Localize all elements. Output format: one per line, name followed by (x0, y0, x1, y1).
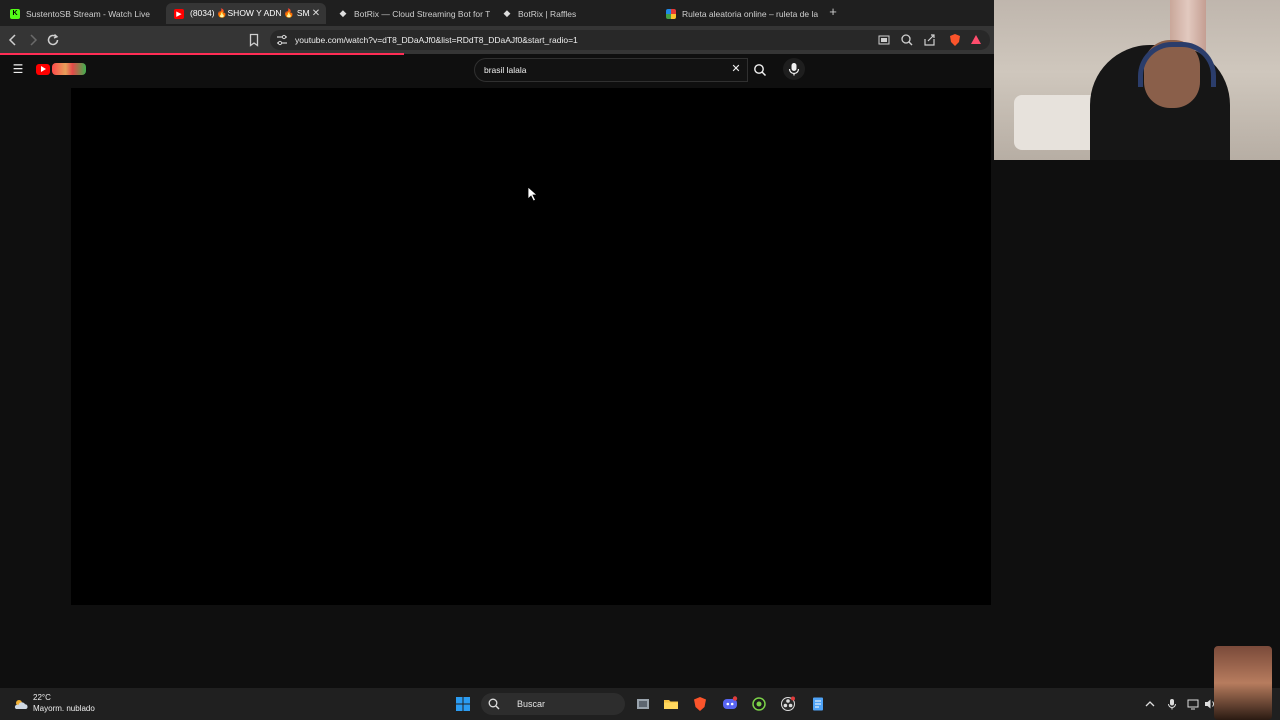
mouse-cursor-icon (527, 186, 539, 202)
youtube-doodle-logo (52, 63, 86, 75)
youtube-play-icon (36, 63, 50, 75)
address-bar[interactable]: youtube.com/watch?v=dT8_DDaAJf0&list=RDd… (270, 30, 990, 50)
discord-icon[interactable] (722, 696, 738, 712)
zoom-icon[interactable] (899, 32, 915, 48)
browser-tab-strip: K SustentoSB Stream - Watch Live ▶ (8034… (0, 0, 994, 26)
weather-cloud-icon[interactable] (13, 697, 29, 709)
obs-icon[interactable] (780, 696, 796, 712)
reload-icon[interactable] (45, 32, 61, 48)
forward-icon[interactable] (25, 32, 41, 48)
streamer-emote-overlay (1214, 646, 1272, 720)
search-button[interactable] (747, 58, 773, 82)
close-tab-icon[interactable]: ✕ (310, 8, 322, 19)
tab-sustentosb[interactable]: K SustentoSB Stream - Watch Live (2, 3, 162, 24)
taskbar-search[interactable]: Buscar (481, 693, 625, 715)
clear-search-icon[interactable]: ✕ (729, 62, 743, 76)
cast-icon[interactable] (876, 32, 892, 48)
video-player[interactable] (71, 88, 991, 605)
microphone-icon[interactable] (1165, 697, 1179, 711)
new-tab-button[interactable]: + (826, 4, 840, 20)
weather-description: Mayorm. nublado (33, 704, 95, 713)
url-text: youtube.com/watch?v=dT8_DDaAJf0&list=RDd… (295, 35, 578, 45)
kick-icon: K (10, 8, 20, 19)
wheel-icon (666, 8, 676, 19)
youtube-icon: ▶ (174, 8, 184, 19)
network-icon[interactable] (1186, 697, 1200, 711)
task-view-icon[interactable] (635, 696, 651, 712)
site-settings-icon[interactable] (274, 32, 290, 48)
notepad-icon[interactable] (810, 696, 826, 712)
webcam-overlay (994, 0, 1280, 160)
tab-title: SustentoSB Stream - Watch Live (26, 8, 150, 19)
tab-botrix-raffles[interactable]: ◆ BotRix | Raffles (494, 3, 654, 24)
file-explorer-icon[interactable] (663, 696, 679, 712)
search-icon (487, 697, 501, 711)
tab-botrix-cloud[interactable]: ◆ BotRix — Cloud Streaming Bot for Tw (330, 3, 490, 24)
brave-browser-icon[interactable] (692, 696, 708, 712)
botrix-icon: ◆ (339, 8, 347, 18)
tab-youtube-active[interactable]: ▶ (8034) 🔥SHOW Y ADN 🔥 SMA ✕ (166, 3, 326, 24)
brave-shields-icon[interactable] (947, 32, 963, 48)
back-icon[interactable] (5, 32, 21, 48)
botrix-icon: ◆ (503, 8, 511, 18)
hamburger-menu-icon[interactable]: ☰ (11, 62, 25, 76)
voice-search-icon[interactable] (783, 58, 805, 80)
tab-title: (8034) 🔥SHOW Y ADN 🔥 SMA (190, 8, 310, 18)
windows-taskbar: 22°C Mayorm. nublado Buscar (0, 688, 1280, 720)
tab-title: BotRix — Cloud Streaming Bot for Tw (354, 8, 490, 19)
youtube-logo[interactable] (36, 61, 86, 77)
share-icon[interactable] (922, 32, 938, 48)
windows-start-icon[interactable] (455, 696, 471, 712)
bookmark-icon[interactable] (246, 32, 262, 48)
app-green-icon[interactable] (751, 696, 767, 712)
tab-title: Ruleta aleatoria online – ruleta de la (682, 8, 818, 19)
search-query: brasil lalala (484, 65, 527, 75)
youtube-header: ☰ brasil lalala ✕ (0, 55, 994, 85)
taskbar-search-label: Buscar (517, 699, 546, 709)
tab-ruleta[interactable]: Ruleta aleatoria online – ruleta de la (658, 3, 818, 24)
tab-title: BotRix | Raffles (518, 8, 577, 19)
weather-temperature: 22°C (33, 693, 51, 702)
search-input[interactable]: brasil lalala ✕ (474, 58, 748, 82)
show-hidden-icons-chevron-up-icon[interactable] (1143, 697, 1157, 711)
brave-rewards-icon[interactable] (968, 32, 984, 48)
browser-toolbar: youtube.com/watch?v=dT8_DDaAJf0&list=RDd… (0, 26, 994, 54)
